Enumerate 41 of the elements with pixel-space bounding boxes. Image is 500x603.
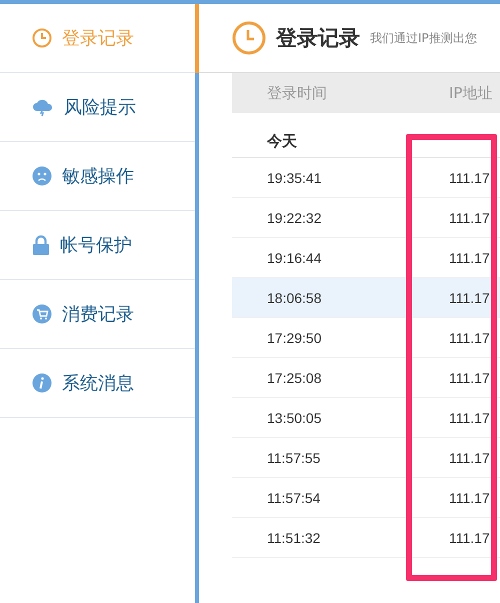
time-cell-text: 19:16:44 [266, 250, 322, 266]
time-cell-text: 18:06:58 [266, 290, 322, 306]
time-cell-text: 11:57:54 [266, 490, 322, 506]
page-subtitle: 我们通过IP推测出您 [370, 30, 477, 46]
ip-cell: 111.17 [449, 210, 491, 226]
time-cell-text: 17:25:08 [266, 370, 322, 386]
cart-icon [32, 304, 52, 324]
clock-icon [232, 21, 266, 55]
cloud-icon [32, 97, 54, 117]
ip-cell: 111.17 [449, 330, 491, 346]
time-cell-text: 11:57:55 [266, 450, 322, 466]
table-row[interactable]: 11:57:54 111.17 [232, 478, 500, 518]
ip-cell: 111.17 [449, 530, 491, 546]
table-row[interactable]: 19:35:41 111.17 [232, 158, 500, 198]
time-cell-text: 19:35:41 [266, 170, 322, 186]
table-row[interactable]: 11:51:32 111.17 [232, 518, 500, 558]
table-row[interactable]: 13:50:05 111.17 [232, 398, 500, 438]
ip-cell: 111.17 [449, 250, 491, 266]
info-icon [32, 373, 52, 393]
clock-icon [32, 28, 52, 48]
group-label: 今天 [267, 132, 297, 151]
ip-cell: 111.17 [449, 490, 491, 506]
time-cell-text: 11:51:32 [266, 530, 322, 546]
page-title: 登录记录 [276, 25, 360, 52]
ip-cell: 111.17 [449, 450, 491, 466]
ip-cell: 111.17 [449, 410, 491, 426]
ip-cell: 111.17 [449, 370, 491, 386]
table-row[interactable]: 17:29:50 111.17 [232, 318, 500, 358]
lock-icon [32, 235, 50, 255]
time-cell-text: 13:50:05 [266, 410, 322, 426]
column-header: IP地址 [449, 84, 494, 102]
time-cell-text: 19:22:32 [266, 210, 322, 226]
table-row[interactable]: 19:22:32 111.17 [232, 198, 500, 238]
face-icon [32, 166, 52, 186]
table-row[interactable]: 11:57:55 111.17 [232, 438, 500, 478]
ip-cell: 111.17 [449, 290, 491, 306]
ip-cell: 111.17 [449, 170, 491, 186]
column-header: 登录时间 [266, 84, 328, 102]
time-cell-text: 17:29:50 [266, 330, 322, 346]
table-row[interactable]: 17:25:08 111.17 [232, 358, 500, 398]
table-row[interactable]: 18:06:58 111.17 [232, 278, 500, 318]
